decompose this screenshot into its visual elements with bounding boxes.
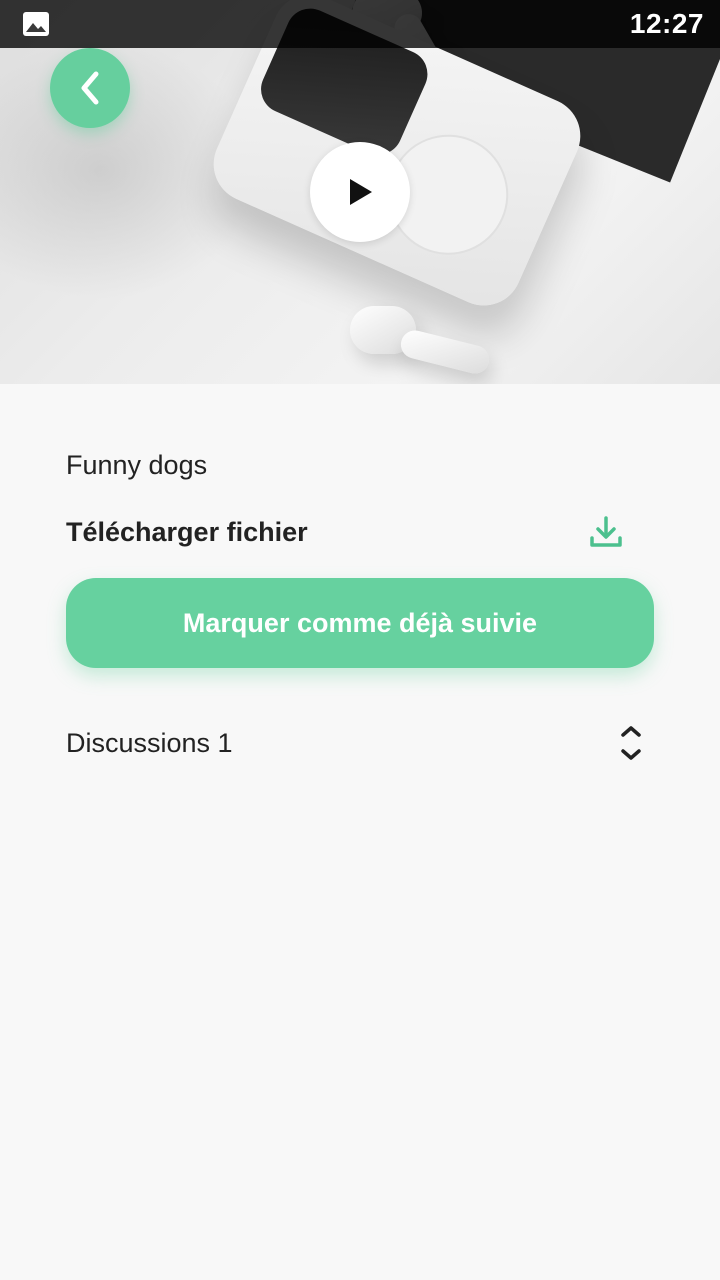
discussions-label: Discussions 1 — [66, 727, 233, 758]
back-button[interactable] — [50, 48, 130, 128]
earbud-bottom-stem — [397, 327, 493, 377]
play-button[interactable] — [310, 142, 410, 242]
mark-as-watched-button[interactable]: Marquer comme déjà suivie — [66, 578, 654, 668]
discussions-row[interactable]: Discussions 1 — [66, 720, 646, 766]
download-label: Télécharger fichier — [66, 516, 308, 547]
image-notification-icon — [23, 12, 49, 36]
play-icon — [350, 179, 372, 205]
content-title: Funny dogs — [66, 450, 208, 480]
chevron-left-icon — [81, 71, 99, 105]
download-file-row[interactable]: Télécharger fichier — [66, 510, 626, 554]
status-bar: 12:27 — [0, 0, 720, 48]
status-time: 12:27 — [629, 8, 704, 39]
expand-collapse-icon[interactable] — [616, 721, 646, 765]
download-icon[interactable] — [586, 512, 626, 552]
media-header — [0, 0, 720, 384]
